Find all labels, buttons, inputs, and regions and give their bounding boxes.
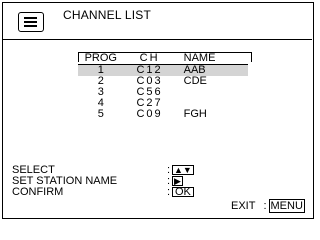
column-header-prog: PROG	[78, 52, 124, 65]
name-cell	[176, 87, 248, 98]
name-cell: FGH	[183, 108, 207, 120]
menu-button[interactable]: MENU	[268, 199, 305, 213]
column-header-name: NAME	[175, 52, 248, 65]
ch-cell: C09	[136, 108, 163, 120]
right-arrow-icon[interactable]: ▶	[172, 176, 183, 186]
table-row[interactable]: 5 C09 FGH	[78, 109, 248, 120]
confirm-label: CONFIRM	[12, 186, 64, 198]
prog-cell: 5	[97, 108, 104, 120]
osd-screen: CHANNEL LIST PROG CH NAME 1 C12 AAB 2 C0…	[2, 2, 314, 219]
exit-hint: EXIT: MENU	[231, 199, 305, 213]
column-header-ch: CH	[123, 52, 176, 65]
exit-label: EXIT	[231, 200, 256, 212]
header: CHANNEL LIST	[3, 3, 312, 40]
list-menu-icon	[18, 12, 44, 32]
page-title: CHANNEL LIST	[63, 8, 151, 22]
up-down-arrows-icon[interactable]: ▲▼	[172, 165, 194, 175]
ok-button[interactable]: OK	[172, 187, 194, 198]
channel-table: PROG CH NAME 1 C12 AAB 2 C03 CDE 3 C56 4…	[78, 52, 248, 134]
name-cell: CDE	[183, 75, 207, 87]
